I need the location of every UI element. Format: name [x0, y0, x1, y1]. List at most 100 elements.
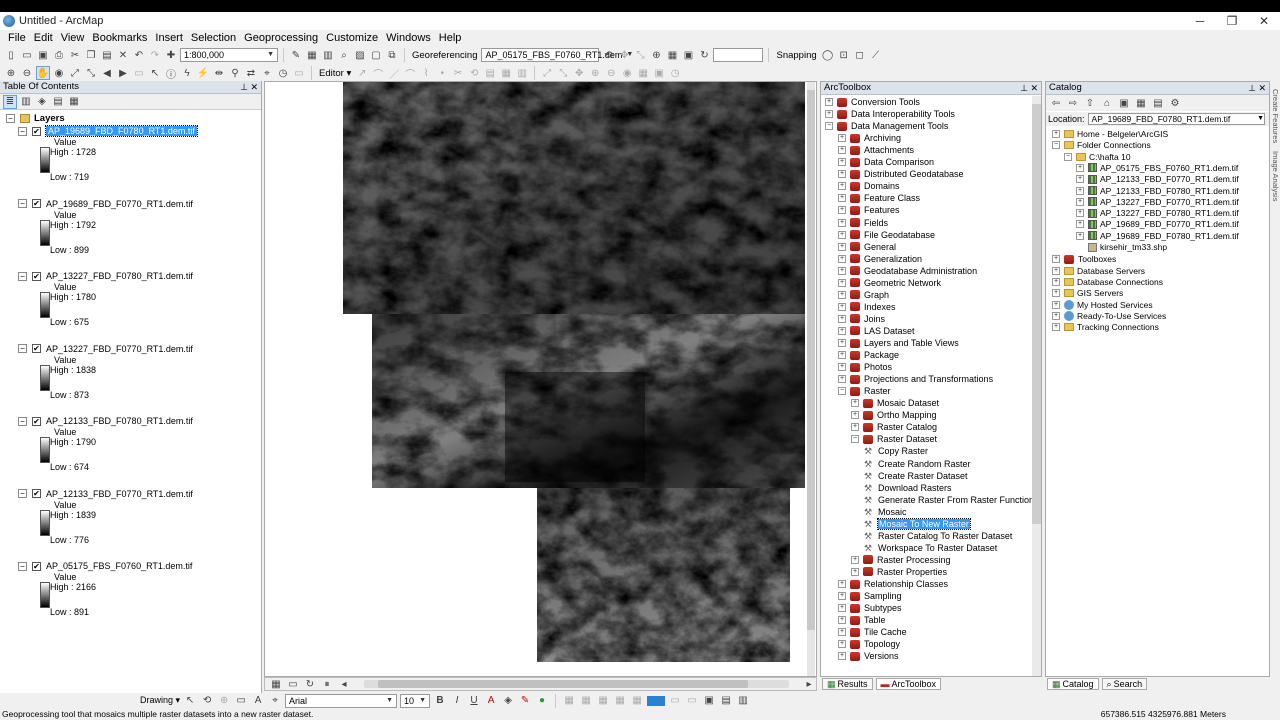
- expand-icon[interactable]: +: [838, 194, 846, 203]
- toolbox-node[interactable]: + Joins: [838, 313, 885, 325]
- menu-selection[interactable]: Selection: [187, 32, 240, 44]
- toolbox-tool-item[interactable]: ⚒ Download Rasters: [864, 482, 952, 494]
- expand-icon[interactable]: +: [838, 230, 846, 239]
- georef-layer-combo[interactable]: AP_05175_FBS_F0760_RT1.dem ▼: [481, 48, 633, 62]
- expand-icon[interactable]: +: [1052, 277, 1060, 286]
- georef-tool-icon[interactable]: ▦: [596, 694, 610, 708]
- toc-panel-controls[interactable]: ⊥ ✕: [240, 81, 258, 93]
- rotate-edit-icon[interactable]: ⟲: [467, 66, 481, 80]
- toolbox-node[interactable]: − Data Management Tools: [825, 120, 948, 132]
- catalog-tree-item[interactable]: + AP_19689_FBD_F0780_RT1.dem.tif: [1076, 230, 1239, 242]
- expand-icon[interactable]: +: [838, 290, 846, 299]
- arctoolbox-scrollbar[interactable]: [1032, 96, 1041, 676]
- zoom-out-icon[interactable]: ⊖: [20, 66, 34, 80]
- catalog-tree-item[interactable]: + AP_12133_FBD_F0780_RT1.dem.tif: [1076, 185, 1239, 197]
- collapse-icon[interactable]: −: [18, 271, 27, 281]
- layer-name[interactable]: AP_19689_FBD_F0780_RT1.dem.tif: [45, 125, 198, 137]
- catalog-tree-item[interactable]: + Home - Belgeler\ArcGIS: [1052, 128, 1168, 140]
- toolbox-node[interactable]: − Raster Dataset: [851, 433, 937, 445]
- view-tool-icon[interactable]: ▤: [719, 694, 733, 708]
- connect-folder-icon[interactable]: ▣: [1117, 96, 1131, 110]
- cut-icon[interactable]: ✂: [68, 48, 82, 62]
- toolbox-tool-item[interactable]: ⚒ Copy Raster: [864, 445, 928, 457]
- view-tool-icon[interactable]: ▣: [702, 694, 716, 708]
- expand-icon[interactable]: +: [838, 363, 846, 372]
- expand-icon[interactable]: +: [1076, 231, 1084, 240]
- collapse-icon[interactable]: −: [18, 489, 27, 498]
- toolbox-node[interactable]: + LAS Dataset: [838, 325, 915, 337]
- editor-toolbar-icon[interactable]: ✎: [289, 48, 303, 62]
- line-color-icon[interactable]: ✎: [518, 694, 532, 708]
- expand-icon[interactable]: +: [851, 399, 859, 408]
- expand-icon[interactable]: +: [838, 278, 846, 287]
- fixed-zoom-out-icon[interactable]: ⤡: [84, 66, 98, 80]
- delete-icon[interactable]: ✕: [116, 48, 130, 62]
- rotate-icon[interactable]: ⟲: [601, 48, 615, 62]
- end-snapping-icon[interactable]: ⊡: [837, 48, 851, 62]
- html-popup-icon[interactable]: ⚡: [196, 66, 210, 80]
- toolbox-node[interactable]: + Sampling: [838, 590, 902, 602]
- expand-icon[interactable]: +: [838, 351, 846, 360]
- refresh-view-icon[interactable]: ↻: [303, 677, 317, 691]
- time-slider-icon[interactable]: ◷: [276, 66, 290, 80]
- layer-visibility-checkbox[interactable]: ✔: [32, 489, 41, 498]
- list-by-drawing-order-icon[interactable]: ≣: [3, 94, 17, 109]
- fixed-zoom-in-icon[interactable]: ⤢: [68, 66, 82, 80]
- expand-icon[interactable]: +: [1052, 311, 1060, 320]
- catalog-tree-item[interactable]: + Ready-To-Use Services: [1052, 310, 1166, 322]
- layout-tool-icon[interactable]: ▦: [636, 66, 650, 80]
- scrollbar-thumb[interactable]: [1032, 104, 1041, 524]
- toolbox-node[interactable]: + Relationship Classes: [838, 578, 948, 590]
- expand-icon[interactable]: +: [851, 411, 859, 420]
- georef-tool-icon[interactable]: ▭: [668, 694, 682, 708]
- expand-icon[interactable]: +: [838, 182, 846, 191]
- georef-tool-icon[interactable]: ▦: [630, 694, 644, 708]
- menu-edit[interactable]: Edit: [30, 32, 57, 44]
- view-options-icon[interactable]: ▦: [1134, 96, 1148, 110]
- toc-layer[interactable]: − ✔ AP_13227_FBD_F0770_RT1.dem.tif Value Hig…: [18, 343, 193, 415]
- save-icon[interactable]: ▣: [36, 48, 50, 62]
- expand-icon[interactable]: +: [851, 555, 859, 564]
- catalog-tree-item[interactable]: + AP_13227_FBD_F0770_RT1.dem.tif: [1076, 196, 1239, 208]
- toolbox-node[interactable]: + Features: [838, 204, 900, 216]
- location-input[interactable]: AP_19689_FBD_F0780_RT1.dem.tif ▼: [1087, 113, 1265, 125]
- collapse-icon[interactable]: −: [1064, 152, 1072, 161]
- toolbox-node[interactable]: + Tile Cache: [838, 626, 907, 638]
- collapse-icon[interactable]: −: [851, 435, 859, 444]
- point-snapping-icon[interactable]: ◯: [821, 48, 835, 62]
- arctoolbox-window-icon[interactable]: ▨: [353, 48, 367, 62]
- side-tab-image-analysis[interactable]: Image Analysis: [1271, 151, 1280, 201]
- toolbox-node[interactable]: + Graph: [838, 289, 889, 301]
- scroll-right-icon[interactable]: ▸: [802, 677, 816, 691]
- expand-icon[interactable]: +: [1052, 255, 1060, 264]
- underline-button[interactable]: U: [467, 694, 481, 708]
- catalog-tree-item[interactable]: + Database Connections: [1052, 276, 1163, 288]
- toolbox-tool-item[interactable]: ⚒ Workspace To Raster Dataset: [864, 542, 997, 554]
- map-scale-combo[interactable]: 1:800,000 ▼: [180, 48, 278, 62]
- georef-tool-icon[interactable]: ▭: [685, 694, 699, 708]
- font-name-combo[interactable]: Arial ▼: [285, 693, 398, 708]
- data-view-icon[interactable]: ▦: [269, 677, 283, 691]
- menu-file[interactable]: File: [4, 32, 30, 44]
- expand-icon[interactable]: +: [838, 242, 846, 251]
- layout-tool-icon[interactable]: ▣: [652, 66, 666, 80]
- new-document-icon[interactable]: ▯: [4, 48, 18, 62]
- arctoolbox-panel-controls[interactable]: ⊥ ✕: [1020, 82, 1038, 94]
- open-folder-icon[interactable]: ▭: [20, 48, 34, 62]
- trace-icon[interactable]: ⌇: [419, 66, 433, 80]
- home-folder-icon[interactable]: ⌂: [1100, 96, 1114, 110]
- toolbox-node[interactable]: + Layers and Table Views: [838, 337, 959, 349]
- expand-icon[interactable]: +: [838, 616, 846, 625]
- find-route-icon[interactable]: ⇄: [244, 66, 258, 80]
- toc-layer[interactable]: − ✔ AP_19689_FBD_F0770_RT1.dem.tif Value Hig…: [18, 198, 193, 270]
- map-view[interactable]: [264, 81, 817, 677]
- view-tool-icon[interactable]: ▥: [736, 694, 750, 708]
- toolbox-node[interactable]: + Conversion Tools: [825, 96, 920, 108]
- expand-icon[interactable]: +: [838, 628, 846, 637]
- toolbox-node[interactable]: + Raster Properties: [851, 566, 947, 578]
- collapse-icon[interactable]: −: [18, 126, 27, 136]
- toolbox-node[interactable]: + General: [838, 241, 896, 253]
- toolbox-node[interactable]: + Ortho Mapping: [851, 409, 937, 421]
- menu-windows[interactable]: Windows: [382, 32, 435, 44]
- scroll-left-icon[interactable]: ◂: [337, 677, 351, 691]
